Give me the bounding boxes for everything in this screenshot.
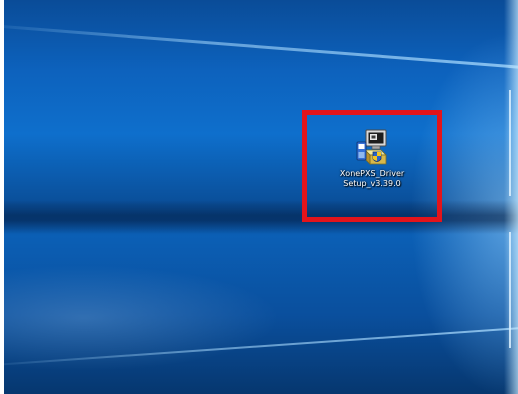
wallpaper-window-pane: [509, 232, 511, 348]
desktop-icon-driver-setup[interactable]: XonePXS_DriverSetup_v3.39.0: [338, 128, 406, 210]
desktop[interactable]: XonePXS_DriverSetup_v3.39.0: [4, 0, 518, 394]
desktop-icon-label: XonePXS_DriverSetup_v3.39.0: [339, 169, 405, 188]
wallpaper-window-glow: [504, 0, 518, 394]
installer-setup-icon: [356, 129, 387, 165]
wallpaper-window-pane: [509, 90, 511, 196]
